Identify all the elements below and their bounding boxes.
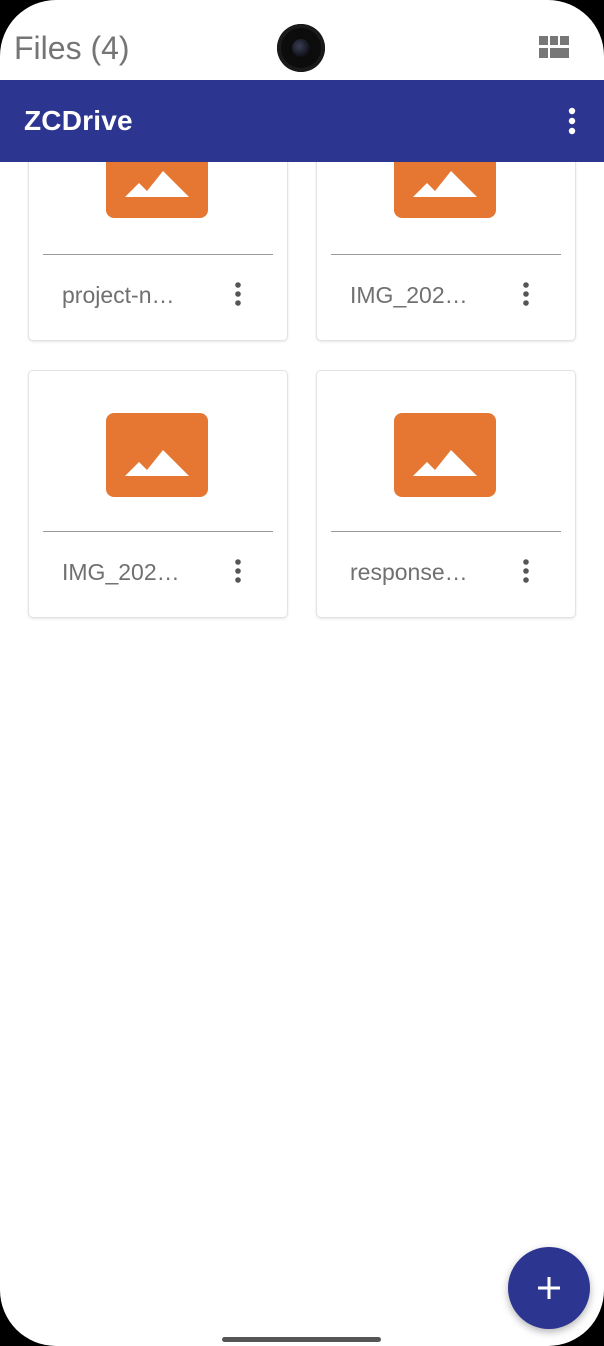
- phone-screen: Files (4) ZCDrive project-n… IMG_202… IM…: [0, 0, 604, 1346]
- add-icon: [538, 1277, 560, 1299]
- more-vert-icon[interactable]: [229, 555, 247, 589]
- file-name: IMG_202…: [62, 559, 180, 585]
- card-divider: [43, 254, 273, 255]
- more-vert-icon[interactable]: [556, 105, 588, 137]
- file-name: project-n…: [62, 282, 175, 308]
- card-divider: [331, 531, 561, 532]
- app-title: ZCDrive: [24, 105, 133, 136]
- card-divider: [43, 531, 273, 532]
- more-vert-icon[interactable]: [517, 555, 535, 589]
- file-card[interactable]: IMG_202…: [29, 371, 287, 617]
- image-icon: [106, 413, 208, 497]
- file-card[interactable]: response…: [317, 371, 575, 617]
- more-vert-icon[interactable]: [229, 278, 247, 312]
- files-count-title: Files (4): [14, 30, 130, 66]
- front-camera: [277, 24, 325, 72]
- file-name: response…: [350, 559, 468, 585]
- top-app-bar: ZCDrive: [0, 80, 604, 162]
- image-icon: [394, 413, 496, 497]
- grid-view-icon[interactable]: [539, 36, 569, 58]
- home-indicator[interactable]: [222, 1337, 381, 1342]
- file-name: IMG_202…: [350, 282, 468, 308]
- card-divider: [331, 254, 561, 255]
- more-vert-icon[interactable]: [517, 278, 535, 312]
- add-file-fab[interactable]: [508, 1247, 590, 1329]
